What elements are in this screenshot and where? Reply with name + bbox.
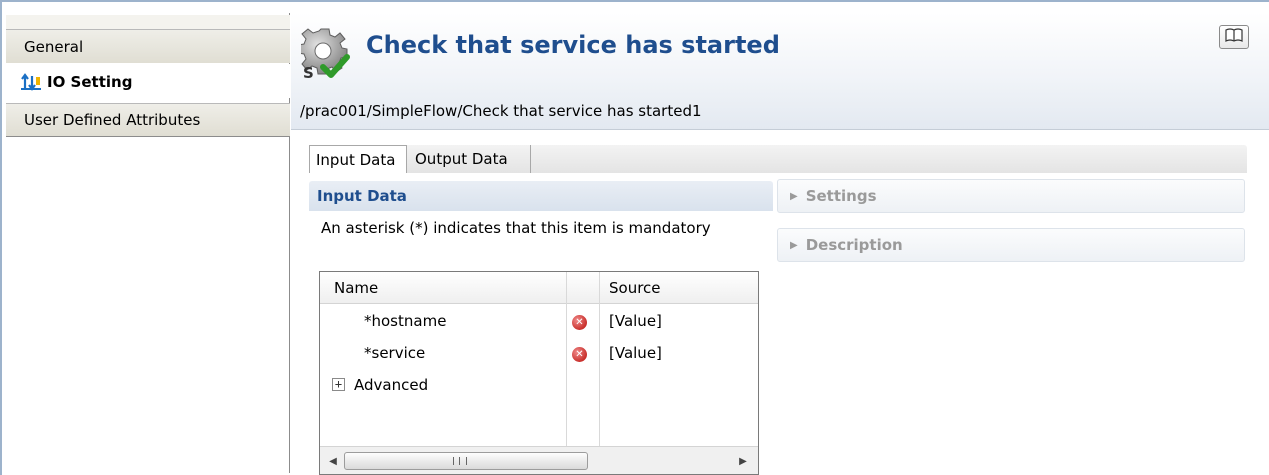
column-header-name[interactable]: Name bbox=[334, 272, 378, 304]
breadcrumb: /prac001/SimpleFlow/Check that service h… bbox=[300, 102, 702, 120]
row-name: Advanced bbox=[354, 376, 429, 394]
table-header: Name Source bbox=[320, 272, 758, 304]
scroll-right-arrow-icon[interactable]: ▶ bbox=[736, 453, 750, 469]
tab-bar: Input Data Output Data bbox=[309, 145, 1247, 173]
input-data-section-header: Input Data bbox=[309, 181, 773, 211]
row-name: *service bbox=[364, 344, 426, 362]
tab-output-data[interactable]: Output Data bbox=[409, 145, 531, 173]
column-header-source[interactable]: Source bbox=[609, 272, 661, 304]
section-label: Settings bbox=[805, 187, 877, 205]
sidebar-top-strip bbox=[6, 15, 290, 29]
description-section-header[interactable]: ▶ Description bbox=[777, 228, 1245, 262]
tab-label: Output Data bbox=[415, 150, 508, 168]
error-icon: ✕ bbox=[572, 315, 587, 330]
expand-arrow-icon: ▶ bbox=[790, 190, 798, 202]
svg-text:S: S bbox=[303, 64, 314, 81]
error-icon: ✕ bbox=[572, 347, 587, 362]
tab-input-data[interactable]: Input Data bbox=[309, 145, 407, 173]
page-title: Check that service has started bbox=[366, 31, 780, 59]
sidebar-item-user-defined-attributes[interactable]: User Defined Attributes bbox=[6, 103, 290, 137]
sidebar-item-label: User Defined Attributes bbox=[24, 111, 201, 129]
scrollbar-thumb[interactable] bbox=[344, 452, 588, 470]
settings-section-header[interactable]: ▶ Settings bbox=[777, 179, 1245, 213]
sidebar-item-label: IO Setting bbox=[47, 72, 133, 91]
scroll-left-arrow-icon[interactable]: ◀ bbox=[326, 453, 340, 469]
section-title: Input Data bbox=[317, 187, 407, 205]
service-check-icon: S bbox=[297, 25, 357, 82]
table-row-service[interactable]: *service ✕ [Value] bbox=[320, 338, 758, 370]
page-header: S Check that service has started /prac00… bbox=[291, 13, 1269, 130]
sidebar: General IO Setting User Defined Attribut… bbox=[2, 13, 290, 473]
sidebar-item-label: General bbox=[24, 37, 84, 56]
help-button[interactable] bbox=[1219, 25, 1249, 49]
row-source[interactable]: [Value] bbox=[609, 344, 662, 362]
main-panel: S Check that service has started /prac00… bbox=[291, 13, 1269, 475]
book-icon bbox=[1224, 27, 1244, 47]
horizontal-scrollbar[interactable]: ◀ ▶ bbox=[320, 446, 758, 474]
input-data-table: Name Source *hostname ✕ [Value] *service… bbox=[319, 271, 759, 475]
row-source[interactable]: [Value] bbox=[609, 312, 662, 330]
table-row-hostname[interactable]: *hostname ✕ [Value] bbox=[320, 306, 758, 338]
table-row-advanced[interactable]: + Advanced bbox=[320, 370, 758, 402]
row-name: *hostname bbox=[364, 312, 447, 330]
section-label: Description bbox=[805, 236, 903, 254]
sidebar-item-general[interactable]: General bbox=[6, 29, 290, 63]
mandatory-note: An asterisk (*) indicates that this item… bbox=[321, 219, 711, 237]
io-setting-icon bbox=[20, 72, 42, 91]
expand-arrow-icon: ▶ bbox=[790, 239, 798, 251]
sidebar-item-io-setting[interactable]: IO Setting bbox=[6, 64, 290, 98]
expand-plus-icon[interactable]: + bbox=[332, 378, 345, 391]
grip-icon bbox=[453, 457, 467, 465]
tab-label: Input Data bbox=[316, 150, 396, 169]
